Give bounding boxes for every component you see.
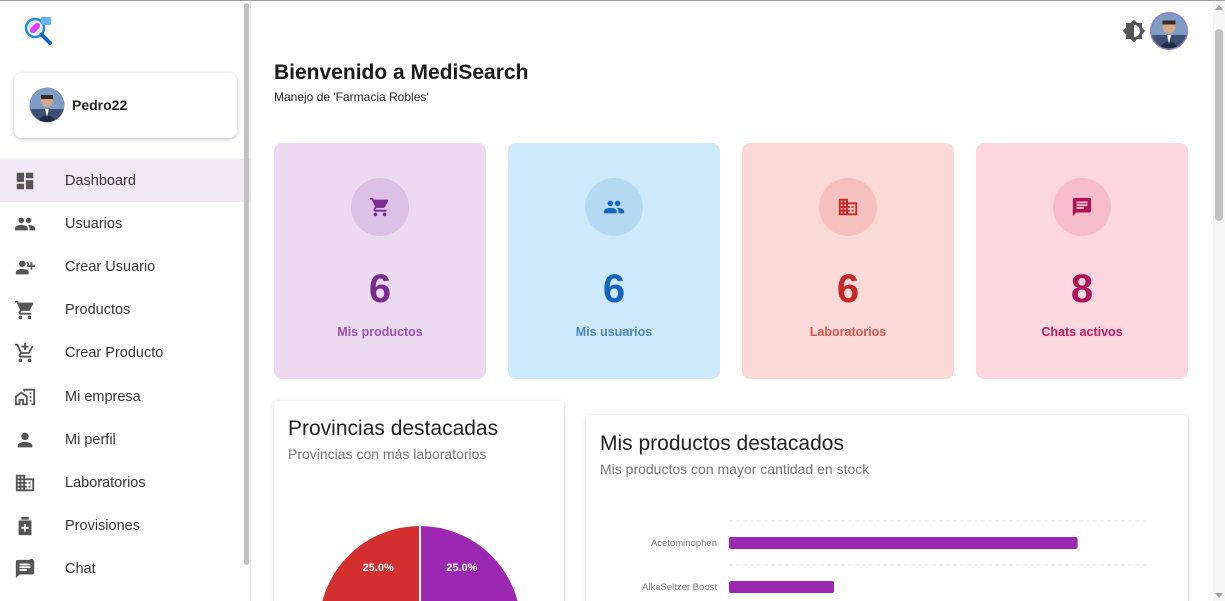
stat-label: Mis productos: [337, 325, 423, 339]
sidebar-item-label: Mi perfil: [65, 431, 116, 448]
stat-card-usuarios[interactable]: 6 Mis usuarios: [508, 143, 720, 379]
sidebar-item-productos[interactable]: Productos: [0, 289, 250, 332]
stat-icon-circle: [351, 178, 409, 236]
productos-panel: Mis productos destacados Mis productos c…: [586, 415, 1188, 601]
scrollbar-thumb[interactable]: [1215, 29, 1223, 221]
sidebar-item-chat[interactable]: Chat: [0, 548, 250, 591]
sidebar-nav: Dashboard Usuarios Crear Usuario Product…: [0, 159, 250, 591]
cart-icon: [369, 196, 391, 218]
stat-label: Mis usuarios: [575, 325, 653, 339]
productos-bar-chart: Acetominophen AlkaSeltzer Boost: [642, 520, 1149, 593]
cart-add-icon: [14, 342, 36, 364]
company-icon: [14, 386, 36, 408]
pie-slice-label: 25.0%: [363, 562, 394, 574]
sidebar-item-label: Mi empresa: [65, 388, 141, 405]
sidebar-item-laboratorios[interactable]: Laboratorios: [0, 461, 250, 504]
sidebar-item-usuarios[interactable]: Usuarios: [0, 202, 250, 245]
stat-label: Laboratorios: [809, 325, 887, 339]
stat-icon-circle: [585, 178, 643, 236]
sidebar: Pedro22 Dashboard Usuarios Crear Usuario: [0, 1, 251, 601]
bar[interactable]: [729, 537, 1078, 549]
chat-icon: [14, 558, 36, 580]
bar-category-label: AlkaSeltzer Boost: [642, 582, 717, 593]
medical-box-icon: [14, 515, 36, 537]
page-title: Bienvenido a MediSearch: [274, 61, 529, 84]
person-icon: [14, 429, 36, 451]
sidebar-item-mi-empresa[interactable]: Mi empresa: [0, 375, 250, 418]
building-icon: [837, 196, 859, 218]
page-subtitle: Manejo de 'Farmacia Robles': [274, 90, 429, 104]
person-add-icon: [14, 256, 36, 278]
user-card[interactable]: Pedro22: [14, 73, 237, 138]
sidebar-item-label: Usuarios: [65, 215, 123, 232]
sidebar-item-crear-usuario[interactable]: Crear Usuario: [0, 245, 250, 288]
stat-icon-circle: [1053, 178, 1111, 236]
stat-value: 8: [1070, 267, 1094, 311]
provincias-panel: Provincias destacadas Provincias con más…: [274, 401, 564, 601]
user-name: Pedro22: [72, 97, 128, 113]
avatar: [29, 87, 65, 123]
sidebar-scrollbar[interactable]: [244, 3, 249, 565]
sidebar-item-label: Laboratorios: [65, 474, 146, 491]
chat-icon: [1071, 196, 1093, 218]
stat-card-productos[interactable]: 6 Mis productos: [274, 143, 486, 379]
stat-value: 6: [836, 267, 860, 311]
sidebar-item-label: Crear Usuario: [65, 258, 156, 275]
sidebar-item-label: Crear Producto: [65, 345, 164, 362]
sidebar-item-label: Chat: [65, 561, 96, 578]
scroll-down-icon[interactable]: [1215, 593, 1223, 598]
sidebar-item-label: Productos: [65, 302, 131, 319]
top-actions: [1122, 11, 1192, 51]
user-avatar-button[interactable]: [1150, 12, 1188, 50]
bar-category-label: Acetominophen: [651, 538, 717, 549]
sidebar-item-mi-perfil[interactable]: Mi perfil: [0, 418, 250, 461]
stat-label: Chats activos: [1041, 325, 1123, 339]
people-icon: [14, 213, 36, 235]
cart-icon: [14, 299, 36, 321]
app: Pedro22 Dashboard Usuarios Crear Usuario: [0, 0, 1225, 601]
stat-card-chats[interactable]: 8 Chats activos: [976, 143, 1188, 379]
main-content: Bienvenido a MediSearch Manejo de 'Farma…: [252, 1, 1212, 601]
stat-icon-circle: [819, 178, 877, 236]
sidebar-item-label: Provisiones: [65, 518, 140, 535]
dashboard-icon: [14, 170, 36, 192]
sidebar-item-label: Dashboard: [65, 172, 136, 189]
page-scrollbar[interactable]: [1213, 1, 1225, 601]
stat-card-laboratorios[interactable]: 6 Laboratorios: [742, 143, 954, 379]
sidebar-item-provisiones[interactable]: Provisiones: [0, 505, 250, 548]
sidebar-item-crear-producto[interactable]: Crear Producto: [0, 332, 250, 375]
medisearch-logo-icon[interactable]: [22, 15, 54, 47]
people-icon: [603, 196, 625, 218]
pie-slice-label: 25.0%: [446, 562, 477, 574]
provincias-pie-chart: 25.0% 25.0%: [320, 523, 520, 601]
theme-toggle-icon[interactable]: [1122, 19, 1146, 43]
bar[interactable]: [729, 581, 834, 593]
scroll-up-icon[interactable]: [1215, 5, 1223, 10]
stat-value: 6: [602, 267, 626, 311]
sidebar-item-dashboard[interactable]: Dashboard: [0, 159, 250, 203]
building-icon: [14, 472, 36, 494]
stat-value: 6: [368, 267, 392, 311]
